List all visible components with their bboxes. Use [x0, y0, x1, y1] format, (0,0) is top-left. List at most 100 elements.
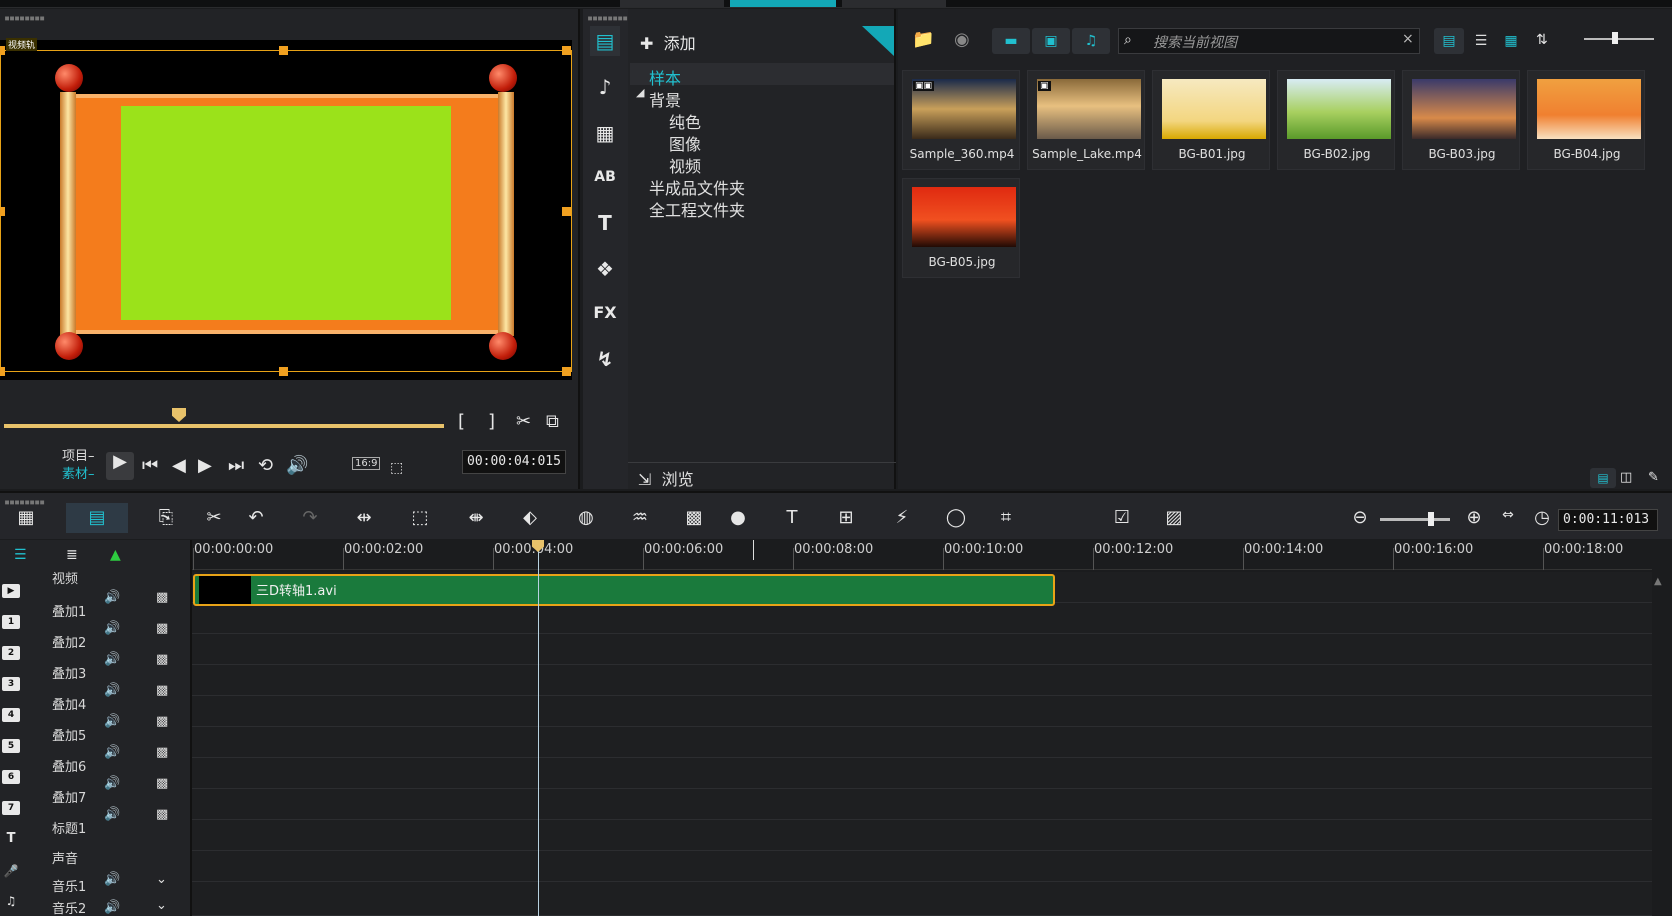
panel-grip[interactable]: ▪▪▪▪▪▪▪▪ — [587, 13, 628, 24]
track-visibility-icon[interactable]: ▩ — [156, 745, 168, 760]
next-frame-icon[interactable]: ▶ — [198, 456, 212, 476]
track-lane[interactable] — [192, 727, 1652, 758]
panel-layout-icon[interactable]: ▤ — [1590, 468, 1616, 488]
panel-grip[interactable]: ▪▪▪▪▪▪▪▪ — [4, 13, 45, 24]
track-manager-icon[interactable]: ☰ — [14, 545, 27, 565]
media-thumbnail[interactable]: BG-B03.jpg — [1402, 70, 1520, 170]
timeline-timecode[interactable]: 0:00:11:013 — [1558, 509, 1658, 531]
capture-icon[interactable]: ◉ — [954, 30, 970, 50]
fx-icon[interactable]: FX — [590, 298, 620, 328]
zoom-slider[interactable] — [1380, 518, 1450, 521]
track-lane[interactable] — [192, 789, 1652, 820]
split-view-icon[interactable]: ◫ — [1620, 468, 1632, 488]
top-tab[interactable] — [620, 0, 724, 7]
zoom-slider-knob[interactable] — [1428, 512, 1434, 526]
path-icon[interactable]: ↯ — [590, 344, 620, 374]
audio-wave-icon[interactable]: ♒ — [626, 507, 654, 528]
track-visibility-icon[interactable]: ▩ — [156, 590, 168, 605]
film-icon[interactable]: ▩ — [680, 507, 708, 528]
volume-icon[interactable]: 🔊 — [104, 776, 120, 791]
record-icon[interactable]: ◍ — [572, 507, 600, 528]
insert-clip-icon[interactable]: ⎘ — [152, 507, 180, 528]
volume-icon[interactable]: 🔊 — [104, 652, 120, 667]
add-marker-icon[interactable]: ▲ — [110, 545, 121, 565]
expand-triangle-icon[interactable]: ◢ — [636, 86, 644, 99]
folder-add-icon[interactable]: 📁 — [912, 30, 934, 50]
playhead-line[interactable] — [538, 548, 539, 916]
frame-icon[interactable]: ⌗ — [992, 507, 1020, 528]
media-thumbnail[interactable]: BG-B04.jpg — [1527, 70, 1645, 170]
search-input[interactable]: 搜索当前视图 — [1118, 28, 1420, 54]
project-mode-label[interactable]: 项目– — [62, 445, 95, 464]
multi-cam-icon[interactable]: ⊞ — [832, 507, 860, 528]
scrubber-bar[interactable] — [4, 424, 444, 428]
transition-icon[interactable]: ▦ — [590, 118, 620, 148]
tree-item[interactable]: 全工程文件夹 — [649, 197, 745, 221]
resize-handle[interactable] — [279, 46, 288, 55]
clear-search-icon[interactable]: × — [1402, 31, 1414, 47]
fit-icon[interactable]: ⇹ — [350, 507, 378, 528]
go-to-start-icon[interactable]: ⏮ — [142, 456, 158, 476]
thumb-size-knob[interactable] — [1612, 32, 1618, 44]
storyboard-view-icon[interactable]: ▦ — [12, 507, 40, 528]
chevron-down-icon[interactable]: ⌄ — [156, 898, 167, 913]
clip-mode-label[interactable]: 素材– — [62, 463, 95, 482]
resize-handle[interactable] — [0, 46, 5, 55]
track-visibility-icon[interactable]: ▩ — [156, 621, 168, 636]
track-visibility-icon[interactable]: ▩ — [156, 807, 168, 822]
tree-item[interactable]: 背景 — [649, 87, 681, 111]
view-thumbnail-button[interactable]: ▤ — [1434, 28, 1464, 54]
loop-icon[interactable]: ◯ — [942, 507, 970, 528]
fit-timeline-icon[interactable]: ⇔ — [1494, 507, 1522, 523]
volume-icon[interactable]: 🔊 — [104, 745, 120, 760]
blend-icon[interactable]: ● — [724, 507, 752, 528]
tree-item[interactable]: 纯色 — [669, 109, 701, 133]
trim-icon[interactable]: ⬖ — [516, 507, 544, 528]
volume-icon[interactable]: 🔊 — [104, 900, 120, 915]
volume-icon[interactable]: 🔊 — [286, 456, 308, 476]
track-lane[interactable] — [192, 665, 1652, 696]
split-icon[interactable]: ⇼ — [462, 507, 490, 528]
play-button[interactable]: ▶ — [106, 452, 134, 480]
chapter-icon[interactable]: ≣ — [66, 545, 78, 565]
show-video-filter[interactable]: ▬ — [992, 28, 1030, 54]
zoom-in-icon[interactable]: ⊕ — [1460, 507, 1488, 528]
volume-icon[interactable]: 🔊 — [104, 683, 120, 698]
track-lane[interactable] — [192, 696, 1652, 727]
volume-icon[interactable]: 🔊 — [104, 621, 120, 636]
copy-icon[interactable]: ⧉ — [546, 412, 559, 432]
top-tab-active[interactable] — [730, 0, 836, 7]
media-thumbnail[interactable]: ▣ Sample_Lake.mp4 — [1027, 70, 1145, 170]
volume-icon[interactable]: 🔊 — [104, 714, 120, 729]
resize-handle[interactable] — [0, 207, 5, 216]
text-icon[interactable]: T — [590, 208, 620, 238]
scroll-up-icon[interactable]: ▲ — [1654, 572, 1662, 592]
player-timecode[interactable]: 00:00:04:015 — [462, 450, 566, 474]
volume-icon[interactable]: 🔊 — [104, 872, 120, 887]
track-lane[interactable] — [192, 634, 1652, 665]
chevron-down-icon[interactable]: ⌄ — [156, 872, 167, 887]
motion-icon[interactable]: ⚡ — [888, 507, 916, 528]
timeline-vertical-scrollbar[interactable] — [1652, 570, 1672, 916]
tree-item[interactable]: 视频 — [669, 153, 701, 177]
track-visibility-icon[interactable]: ▩ — [156, 652, 168, 667]
track-lane[interactable] — [192, 820, 1652, 851]
tree-item[interactable]: 图像 — [669, 131, 701, 155]
media-thumbnail[interactable]: BG-B01.jpg — [1152, 70, 1270, 170]
track-lane[interactable] — [192, 882, 1652, 916]
crop-icon[interactable]: ⬚ — [406, 507, 434, 528]
track-lane[interactable] — [192, 758, 1652, 789]
audio-icon[interactable]: ♪ — [590, 72, 620, 102]
timeline-view-icon[interactable]: ▤ — [83, 507, 111, 528]
mark-in-button[interactable]: [ — [458, 412, 465, 432]
thumb-size-slider[interactable] — [1584, 38, 1654, 40]
view-grid-button[interactable]: ▦ — [1496, 28, 1526, 54]
top-tab[interactable] — [842, 0, 946, 7]
track-visibility-icon[interactable]: ▩ — [156, 776, 168, 791]
track-lane[interactable] — [192, 603, 1652, 634]
resize-handle[interactable] — [562, 367, 571, 376]
resize-handle[interactable] — [562, 207, 571, 216]
selection-box[interactable] — [0, 46, 572, 376]
tree-item[interactable]: 样本 — [649, 65, 681, 89]
prev-frame-icon[interactable]: ◀ — [172, 456, 186, 476]
